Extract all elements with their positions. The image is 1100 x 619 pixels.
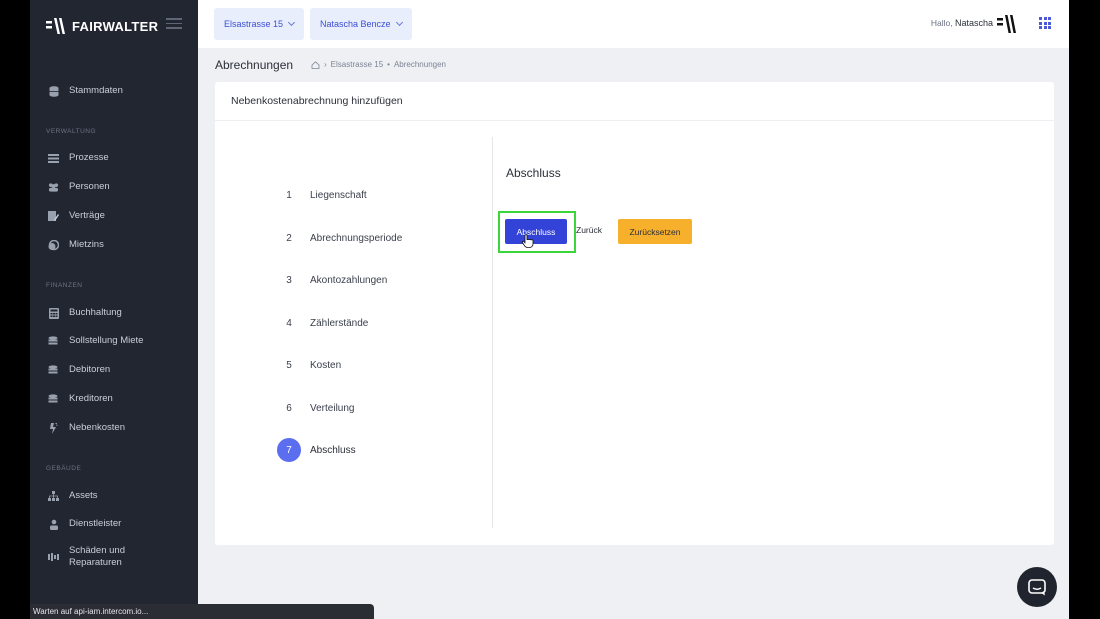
sidebar-item-schaeden-und-reparaturen[interactable]: Schäden und Reparaturen: [30, 543, 198, 571]
sidebar-item-vertraege[interactable]: Verträge: [30, 205, 198, 227]
step-number: 5: [286, 359, 292, 371]
sidebar-item-label: Verträge: [69, 210, 105, 221]
step-liegenschaft[interactable]: 1 Liegenschaft: [277, 183, 367, 207]
sidebar-item-label: Stammdaten: [69, 85, 123, 96]
chat-launcher-button[interactable]: [1017, 567, 1057, 607]
sidebar-item-label: Assets: [69, 490, 98, 501]
step-kosten[interactable]: 5 Kosten: [277, 353, 341, 377]
step-label: Kosten: [310, 359, 342, 371]
user-avatar-icon[interactable]: [997, 14, 1019, 34]
sidebar-item-label: Personen: [69, 181, 110, 192]
step-akontozahlungen[interactable]: 3 Akontozahlungen: [277, 268, 387, 292]
step-verteilung[interactable]: 6 Verteilung: [277, 396, 354, 420]
sidebar-item-label: Kreditoren: [69, 393, 113, 404]
steps-divider: [492, 137, 493, 528]
sidebar-item-label: Sollstellung Miete: [69, 335, 144, 346]
greeting-prefix: Hallo,: [930, 18, 953, 28]
chat-icon: [1028, 578, 1046, 595]
chevron-down-icon: [287, 18, 296, 27]
apps-grid-icon[interactable]: [1039, 17, 1051, 29]
property-select-value: Elsastrasse 15: [224, 19, 284, 29]
sidebar-item-dienstleister[interactable]: Dienstleister: [30, 513, 198, 535]
user-greeting: Hallo, Natascha: [931, 18, 993, 28]
breadcrumb-item[interactable]: Abrechnungen: [394, 60, 446, 69]
users-icon: [48, 182, 59, 193]
sidebar-toggle-icon[interactable]: [166, 18, 182, 30]
sidebar-item-label: Prozesse: [69, 152, 109, 163]
sidebar-item-kreditoren[interactable]: Kreditoren: [30, 388, 198, 410]
sidebar-item-mietzins[interactable]: Mietzins: [30, 234, 198, 256]
fairwalter-logo-icon: [46, 18, 65, 34]
card-title: Nebenkostenabrechnung hinzufügen: [215, 82, 1054, 121]
app-window: FAIRWALTER Stammdaten VERWALTUNG Prozess…: [30, 0, 1069, 619]
home-icon[interactable]: [311, 60, 320, 69]
chevron-down-icon: [395, 18, 403, 27]
sidebar-item-label: Debitoren: [69, 364, 111, 375]
breadcrumb-separator: •: [387, 60, 390, 69]
brand-logo[interactable]: FAIRWALTER: [46, 16, 158, 36]
step-number-active: 7: [277, 438, 301, 462]
list-icon: [48, 153, 59, 164]
person-select-value: Natascha Bencze: [320, 19, 391, 29]
sidebar-item-personen[interactable]: Personen: [30, 176, 198, 198]
step-number: 2: [286, 232, 292, 244]
sitemap-icon: [48, 490, 59, 502]
abschluss-button[interactable]: Abschluss: [505, 219, 567, 244]
sidebar-item-stammdaten[interactable]: Stammdaten: [30, 80, 198, 102]
step-label: Akontozahlungen: [310, 274, 388, 286]
step-label: Abrechnungsperiode: [310, 232, 403, 244]
sidebar-item-label: Schäden und Reparaturen: [69, 545, 125, 568]
sidebar-item-label: Dienstleister: [69, 518, 122, 529]
breadcrumb-item[interactable]: Elsastrasse 15: [331, 60, 383, 69]
top-bar: Elsastrasse 15 Natascha Bencze Hallo, Na…: [198, 0, 1069, 48]
step-abrechnungsperiode[interactable]: 2 Abrechnungsperiode: [277, 226, 402, 250]
step-number: 6: [286, 402, 292, 414]
person-select[interactable]: Natascha Bencze: [310, 8, 412, 40]
contract-icon: [48, 210, 59, 222]
browser-status-bar: Warten auf api-iam.intercom.io...: [30, 604, 374, 619]
sidebar-item-label: Buchhaltung: [69, 307, 122, 318]
sidebar-item-sollstellung-miete[interactable]: Sollstellung Miete: [30, 330, 198, 352]
page-title: Abrechnungen: [215, 58, 294, 72]
brand-name: FAIRWALTER: [72, 18, 159, 34]
step-zaehlerstaende[interactable]: 4 Zählerstände: [277, 311, 368, 335]
sidebar-section-gebaeude: GEBÄUDE: [46, 465, 82, 472]
step-number: 1: [286, 189, 292, 201]
lightning-icon: [48, 422, 59, 434]
worker-icon: [48, 519, 59, 530]
zuruecksetzen-button[interactable]: Zurücksetzen: [618, 219, 692, 244]
sidebar-item-label: Mietzins: [69, 239, 104, 250]
wizard-card: Nebenkostenabrechnung hinzufügen 1 Liege…: [215, 82, 1054, 545]
sidebar-item-debitoren[interactable]: Debitoren: [30, 359, 198, 381]
breadcrumb-chevron-icon: ›: [324, 60, 327, 69]
coin-stack-icon: [48, 365, 59, 376]
calculator-icon: [48, 307, 59, 319]
step-abschluss[interactable]: 7 Abschluss: [277, 438, 356, 462]
property-select[interactable]: Elsastrasse 15: [214, 8, 305, 40]
sidebar-item-prozesse[interactable]: Prozesse: [30, 147, 198, 169]
sidebar-section-finanzen: FINANZEN: [46, 282, 83, 289]
step-number: 3: [286, 274, 292, 286]
damage-icon: [48, 552, 59, 563]
coin-stack-icon: [48, 336, 59, 347]
sidebar-item-nebenkosten[interactable]: Nebenkosten: [30, 417, 198, 439]
breadcrumb: › Elsastrasse 15 • Abrechnungen: [311, 60, 446, 69]
section-title: Abschluss: [506, 166, 561, 180]
user-name[interactable]: Natascha: [955, 18, 993, 28]
database-icon: [48, 85, 59, 97]
coin-stack-icon: [48, 394, 59, 405]
zurueck-button[interactable]: Zurück: [576, 225, 602, 235]
sidebar-item-assets[interactable]: Assets: [30, 485, 198, 507]
sidebar-section-verwaltung: VERWALTUNG: [46, 128, 97, 135]
hand-cursor-icon: [522, 234, 534, 248]
coins-icon: [48, 239, 59, 251]
step-label: Liegenschaft: [310, 189, 367, 201]
step-number: 4: [286, 317, 292, 329]
sidebar-item-label: Nebenkosten: [69, 422, 125, 433]
sidebar-item-buchhaltung[interactable]: Buchhaltung: [30, 302, 198, 324]
step-label: Verteilung: [310, 402, 355, 414]
step-label: Abschluss: [310, 444, 356, 456]
step-label: Zählerstände: [310, 317, 369, 329]
sidebar: FAIRWALTER Stammdaten VERWALTUNG Prozess…: [30, 0, 198, 619]
